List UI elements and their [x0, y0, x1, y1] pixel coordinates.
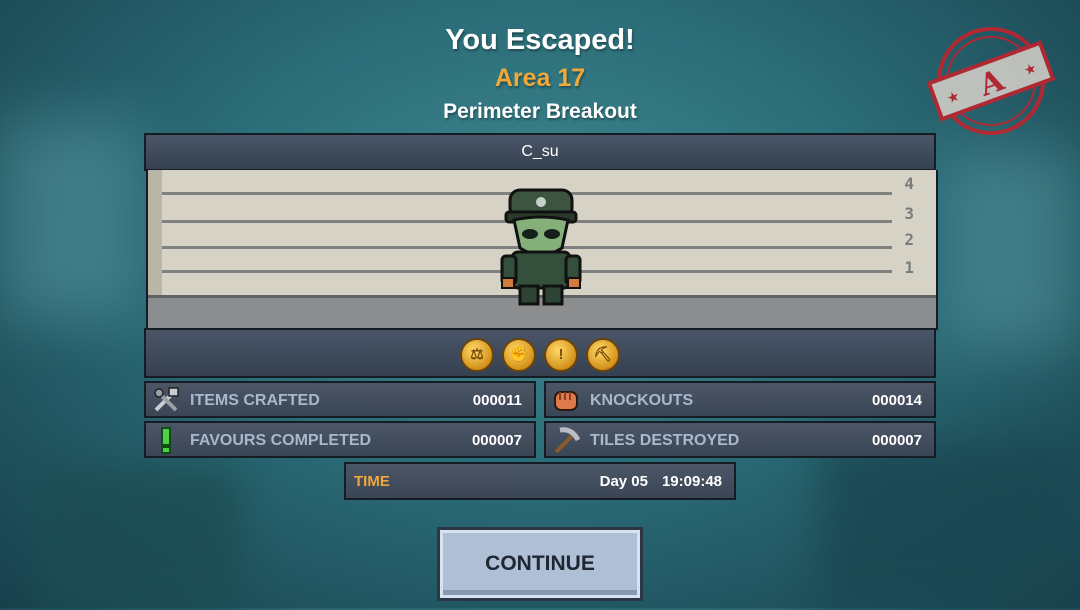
fist-icon: [554, 391, 578, 411]
medal-bar: ⚖ ✊ ! ⛏: [144, 328, 936, 378]
tools-icon: [154, 387, 179, 412]
time-label: TIME: [354, 473, 390, 490]
escape-route: Perimeter Breakout: [443, 100, 637, 123]
pickaxe-icon: [554, 427, 580, 454]
height-mark: 4: [904, 174, 914, 193]
escape-title: You Escaped!: [445, 24, 635, 56]
time-day: Day 05: [599, 473, 648, 490]
exclamation-icon: [161, 427, 171, 454]
time-bar: TIME Day 05 19:09:48: [344, 462, 736, 500]
background-blur: [940, 150, 1080, 350]
height-mark: 2: [904, 230, 914, 249]
pickaxe-icon: ⛏: [586, 338, 620, 372]
background-blur: [0, 120, 140, 320]
stat-label: KNOCKOUTS: [590, 392, 694, 409]
continue-button[interactable]: CONTINUE: [437, 527, 643, 601]
exclamation-icon: !: [544, 338, 578, 372]
grade-stamp: A ★ ★: [926, 27, 1056, 135]
wall-edge: [148, 170, 162, 298]
stat-label: FAVOURS COMPLETED: [190, 432, 372, 449]
scales-icon: ⚖: [460, 338, 494, 372]
stat-value: 000007: [471, 432, 522, 449]
stat-favours-completed: FAVOURS COMPLETED 000007: [144, 421, 536, 458]
stat-tiles-destroyed: TILES DESTROYED 000007: [544, 421, 936, 458]
time-clock: 19:09:48: [661, 473, 722, 490]
inmate-character: [500, 188, 582, 306]
fist-icon: ✊: [502, 338, 536, 372]
stat-value: 000007: [871, 432, 922, 449]
stat-knockouts: KNOCKOUTS 000014: [544, 381, 936, 418]
height-mark: 3: [904, 204, 914, 223]
height-mark: 1: [904, 258, 914, 277]
stat-label: ITEMS CRAFTED: [190, 392, 320, 409]
stat-value: 000011: [472, 392, 522, 409]
player-name: C_su: [521, 143, 559, 160]
stat-label: TILES DESTROYED: [590, 432, 740, 449]
background-blur: [40, 470, 240, 610]
player-name-bar: C_su: [144, 133, 936, 171]
stat-value: 000014: [871, 392, 922, 409]
area-name: Area 17: [494, 64, 586, 92]
background-blur: [820, 440, 1080, 610]
mugshot-scene: 4 3 2 1: [146, 170, 938, 330]
stat-items-crafted: ITEMS CRAFTED 000011: [144, 381, 536, 418]
